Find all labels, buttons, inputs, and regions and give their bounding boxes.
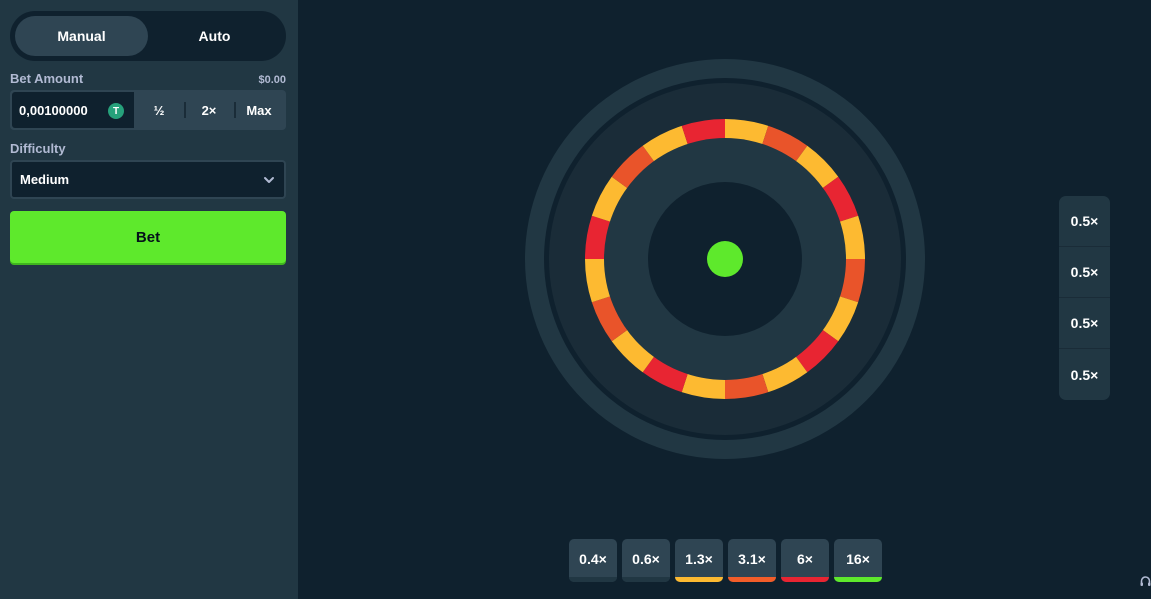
multiplier-color-bar — [781, 577, 829, 582]
wheel-indicator-dot — [707, 241, 743, 277]
bet-amount-label-row: Bet Amount $0.00 — [10, 71, 286, 86]
difficulty-label: Difficulty — [10, 141, 66, 156]
side-multiplier-item: 0.5× — [1070, 366, 1099, 383]
multiplier-color-bar — [675, 577, 723, 582]
double-bet-button[interactable]: 2× — [184, 92, 234, 128]
side-multiplier-item: 0.5× — [1059, 247, 1110, 298]
wheel — [525, 59, 925, 459]
difficulty-label-row: Difficulty — [10, 141, 286, 156]
side-multiplier-column: 0.5× 0.5× 0.5× 0.5× — [1059, 196, 1110, 400]
headset-icon[interactable] — [1140, 575, 1151, 587]
multiplier-chip: 0.6× — [622, 539, 670, 582]
multiplier-color-bar — [622, 577, 670, 582]
sidebar: Manual Auto Bet Amount $0.00 T ½ 2× Max … — [0, 0, 298, 599]
multiplier-chip-label: 0.6× — [632, 550, 660, 567]
mode-toggle: Manual Auto — [10, 11, 286, 61]
multiplier-color-bar — [834, 577, 882, 582]
multiplier-chip: 1.3× — [675, 539, 723, 582]
tether-coin-icon: T — [108, 103, 124, 119]
bet-usd-value: $0.00 — [258, 74, 286, 86]
difficulty-select[interactable]: Medium — [10, 160, 286, 199]
multiplier-legend: 0.4× 0.6× 1.3× 3.1× 6× 16× — [569, 539, 882, 582]
multiplier-color-bar — [728, 577, 776, 582]
multiplier-chip-label: 6× — [797, 550, 813, 567]
chevron-down-icon — [264, 176, 274, 183]
bet-amount-input[interactable] — [19, 102, 101, 118]
bet-amount-label: Bet Amount — [10, 71, 84, 86]
multiplier-chip: 6× — [781, 539, 829, 582]
multiplier-chip: 16× — [834, 539, 882, 582]
multiplier-chip: 3.1× — [728, 539, 776, 582]
half-bet-button[interactable]: ½ — [134, 92, 184, 128]
side-multiplier-item: 0.5× — [1059, 196, 1110, 247]
difficulty-selected-value: Medium — [20, 172, 70, 187]
multiplier-chip-label: 1.3× — [685, 550, 713, 567]
multiplier-color-bar — [569, 577, 617, 582]
bet-amount-control: T ½ 2× Max — [10, 90, 286, 130]
multiplier-chip-label: 0.4× — [579, 550, 607, 567]
tab-manual[interactable]: Manual — [15, 16, 148, 56]
bet-button[interactable]: Bet — [10, 211, 286, 263]
max-bet-button[interactable]: Max — [234, 92, 284, 128]
tab-auto[interactable]: Auto — [148, 16, 281, 56]
multiplier-chip-label: 3.1× — [738, 550, 766, 567]
bet-amount-field-wrap: T — [12, 92, 134, 128]
multiplier-chip-label: 16× — [846, 550, 870, 567]
multiplier-chip: 0.4× — [569, 539, 617, 582]
side-multiplier-item: 0.5× — [1059, 298, 1110, 349]
